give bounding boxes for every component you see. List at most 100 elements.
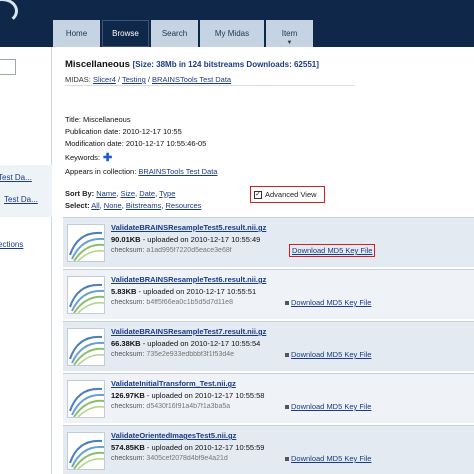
meta-modification-date: Modification date: 2010-12-17 10:55:46-0… <box>65 139 207 148</box>
swirl-thumbnail-icon <box>69 335 104 365</box>
select-all[interactable]: All <box>91 201 99 210</box>
file-size: 66.38KB <box>111 339 141 348</box>
add-keyword-icon[interactable]: ✚ <box>103 152 112 164</box>
top-navigation-bar: Home Browse Search My Midas Item ▼ <box>0 0 474 47</box>
file-info: 126.97KB - uploaded on 2010-12-17 10:55:… <box>111 391 265 400</box>
page-subtitle: [Size: 38Mb in 124 bitstreams Downloads:… <box>132 60 319 69</box>
main-content: Miscellaneous [Size: 38Mb in 124 bitstre… <box>53 47 474 474</box>
file-name-link[interactable]: ValidateBRAINSResampleTest7.result.nii.g… <box>111 327 266 336</box>
sort-type[interactable]: Type <box>159 189 175 198</box>
file-name-link[interactable]: ValidateBRAINSResampleTest6.result.nii.g… <box>111 275 266 284</box>
file-thumbnail[interactable] <box>67 224 105 262</box>
page-title-text: Miscellaneous <box>65 59 130 70</box>
swirl-thumbnail-icon <box>69 439 104 469</box>
select-label: Select: <box>65 201 90 210</box>
file-info: 66.38KB - uploaded on 2010-12-17 10:55:5… <box>111 339 261 348</box>
sort-controls: Sort By: Name, Size, Date, Type <box>65 189 176 198</box>
select-controls: Select: All, None, Bitstreams, Resources <box>65 201 202 210</box>
select-resources[interactable]: Resources <box>166 201 202 210</box>
file-name-link[interactable]: ValidateOrientedImagesTest5.nii.gz <box>111 431 236 440</box>
main-tabs: Home Browse Search My Midas Item ▼ <box>53 20 315 47</box>
meta-keywords: Keywords: ✚ <box>65 151 112 164</box>
meta-collection: Appears in collection: BRAINSTools Test … <box>65 167 217 176</box>
meta-publication-date: Publication date: 2010-12-17 10:55 <box>65 127 182 136</box>
list-item: ValidateBRAINSResampleTest5.result.nii.g… <box>63 217 474 267</box>
file-info: 574.85KB - uploaded on 2010-12-17 10:55:… <box>111 443 265 452</box>
breadcrumb: MIDAS: Slicer4 / Testing / BRAINSTools T… <box>65 75 232 84</box>
download-md5-button[interactable]: Download MD5 Key File <box>289 244 376 257</box>
file-checksum: checksum: 3405cef2078d4bf9e4a21d <box>111 455 291 462</box>
file-thumbnail[interactable] <box>67 432 105 470</box>
file-checksum: checksum: a1ad995f7220d5eace3e68f <box>111 247 291 254</box>
download-md5-button[interactable]: Download MD5 Key File <box>291 454 371 463</box>
tab-home[interactable]: Home <box>53 20 100 47</box>
meta-keywords-label: Keywords: <box>65 153 101 162</box>
checksum-label: checksum: <box>111 247 145 254</box>
tab-my-midas[interactable]: My Midas <box>200 20 264 47</box>
select-none[interactable]: None <box>104 201 122 210</box>
chevron-down-icon: ▼ <box>286 40 293 46</box>
file-checksum: checksum: d5430f16f91a4b7f1a3ba5a <box>111 403 291 410</box>
file-thumbnail[interactable] <box>67 380 105 418</box>
download-icon <box>285 301 289 305</box>
breadcrumb-testing[interactable]: Testing <box>122 75 146 84</box>
file-info: 5.83KB - uploaded on 2010-12-17 10:55:51 <box>111 287 257 296</box>
checksum-value: d5430f16f91a4b7f1a3ba5a <box>146 403 231 410</box>
sort-label: Sort By: <box>65 189 95 198</box>
download-icon <box>285 457 289 461</box>
swirl-thumbnail-icon <box>69 231 104 261</box>
file-uploaded: uploaded on 2010-12-17 10:55:58 <box>151 391 265 400</box>
advanced-view-toggle[interactable]: ✓ Advanced View <box>250 186 325 203</box>
file-thumbnail[interactable] <box>67 276 105 314</box>
swirl-thumbnail-icon <box>69 283 104 313</box>
file-uploaded: uploaded on 2010-12-17 10:55:51 <box>143 287 257 296</box>
tab-search-label: Search <box>161 29 188 38</box>
sidebar-link-test-data-2[interactable]: Test Da... <box>4 195 38 204</box>
sort-date[interactable]: Date <box>139 189 155 198</box>
swirl-thumbnail-icon <box>69 387 104 417</box>
checksum-label: checksum: <box>111 299 145 306</box>
advanced-view-checkbox[interactable]: ✓ <box>254 190 262 199</box>
file-thumbnail[interactable] <box>67 328 105 366</box>
file-info: 90.01KB - uploaded on 2010-12-17 10:55:4… <box>111 235 261 244</box>
meta-collection-label: Appears in collection: <box>65 167 137 176</box>
tab-item[interactable]: Item ▼ <box>266 20 313 47</box>
meta-collection-link[interactable]: BRAINSTools Test Data <box>138 167 217 176</box>
download-md5-button[interactable]: Download MD5 Key File <box>291 402 371 411</box>
sidebar-link-test-data-1[interactable]: Test Da... <box>0 173 32 182</box>
list-item: ValidateInitialTransform_Test.nii.gz 126… <box>63 373 474 423</box>
tab-home-label: Home <box>65 29 88 38</box>
checksum-label: checksum: <box>111 455 145 462</box>
tab-browse-label: Browse <box>112 29 139 38</box>
file-name-link[interactable]: ValidateInitialTransform_Test.nii.gz <box>111 379 236 388</box>
file-size: 126.97KB <box>111 391 145 400</box>
tab-search[interactable]: Search <box>151 20 198 47</box>
sort-size[interactable]: Size <box>120 189 135 198</box>
tab-browse[interactable]: Browse <box>102 20 149 47</box>
file-name-link[interactable]: ValidateBRAINSResampleTest5.result.nii.g… <box>111 223 266 232</box>
download-icon <box>285 405 289 409</box>
breadcrumb-brainstools[interactable]: BRAINSTools Test Data <box>152 75 231 84</box>
breadcrumb-slicer4[interactable]: Slicer4 <box>93 75 116 84</box>
checksum-value: a1ad995f7220d5eace3e68f <box>146 247 232 254</box>
divider <box>65 85 355 86</box>
download-md5-button[interactable]: Download MD5 Key File <box>291 350 371 359</box>
download-md5-button[interactable]: Download MD5 Key File <box>291 298 371 307</box>
sort-name[interactable]: Name <box>96 189 116 198</box>
file-uploaded: uploaded on 2010-12-17 10:55:59 <box>151 443 265 452</box>
file-uploaded: uploaded on 2010-12-17 10:55:54 <box>147 339 261 348</box>
file-uploaded: uploaded on 2010-12-17 10:55:49 <box>147 235 261 244</box>
midas-logo-icon[interactable] <box>0 0 18 24</box>
breadcrumb-prefix: MIDAS: <box>65 75 91 84</box>
meta-title: Title: Miscellaneous <box>65 115 131 124</box>
checksum-label: checksum: <box>111 351 145 358</box>
tab-item-label: Item <box>281 29 298 38</box>
file-size: 90.01KB <box>111 235 141 244</box>
sidebar-link-collections[interactable]: ections <box>0 240 23 249</box>
sidebar-search-input[interactable] <box>0 59 16 75</box>
download-icon <box>285 353 289 357</box>
bitstream-list: ValidateBRAINSResampleTest5.result.nii.g… <box>63 217 474 474</box>
select-bitstreams[interactable]: Bitstreams <box>126 201 161 210</box>
checksum-value: 3405cef2078d4bf9e4a21d <box>146 455 228 462</box>
page-title: Miscellaneous [Size: 38Mb in 124 bitstre… <box>65 59 319 70</box>
